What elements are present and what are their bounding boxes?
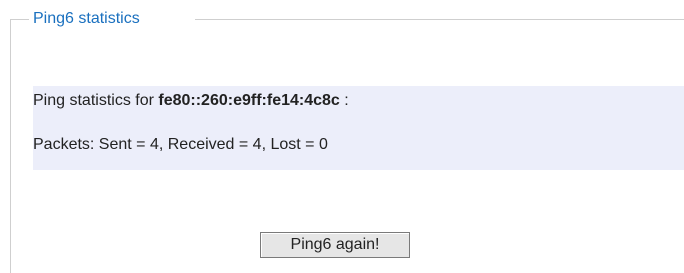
packets-summary-line: Packets: Sent = 4, Received = 4, Lost = … [33,136,328,153]
panel-border-top-right [195,19,684,20]
panel-legend: Ping6 statistics [33,10,140,27]
panel-border-top-left [10,19,29,20]
statistics-result-block: Ping statistics for fe80::260:e9ff:fe14:… [33,86,684,170]
statistics-header-prefix: Ping statistics for [33,92,159,109]
statistics-header-suffix: : [339,92,349,109]
ping6-again-button[interactable]: Ping6 again! [260,232,410,258]
target-address: fe80::260:e9ff:fe14:4c8c [158,92,340,109]
panel-border-left [10,19,11,273]
statistics-header-line: Ping statistics for fe80::260:e9ff:fe14:… [33,91,349,111]
